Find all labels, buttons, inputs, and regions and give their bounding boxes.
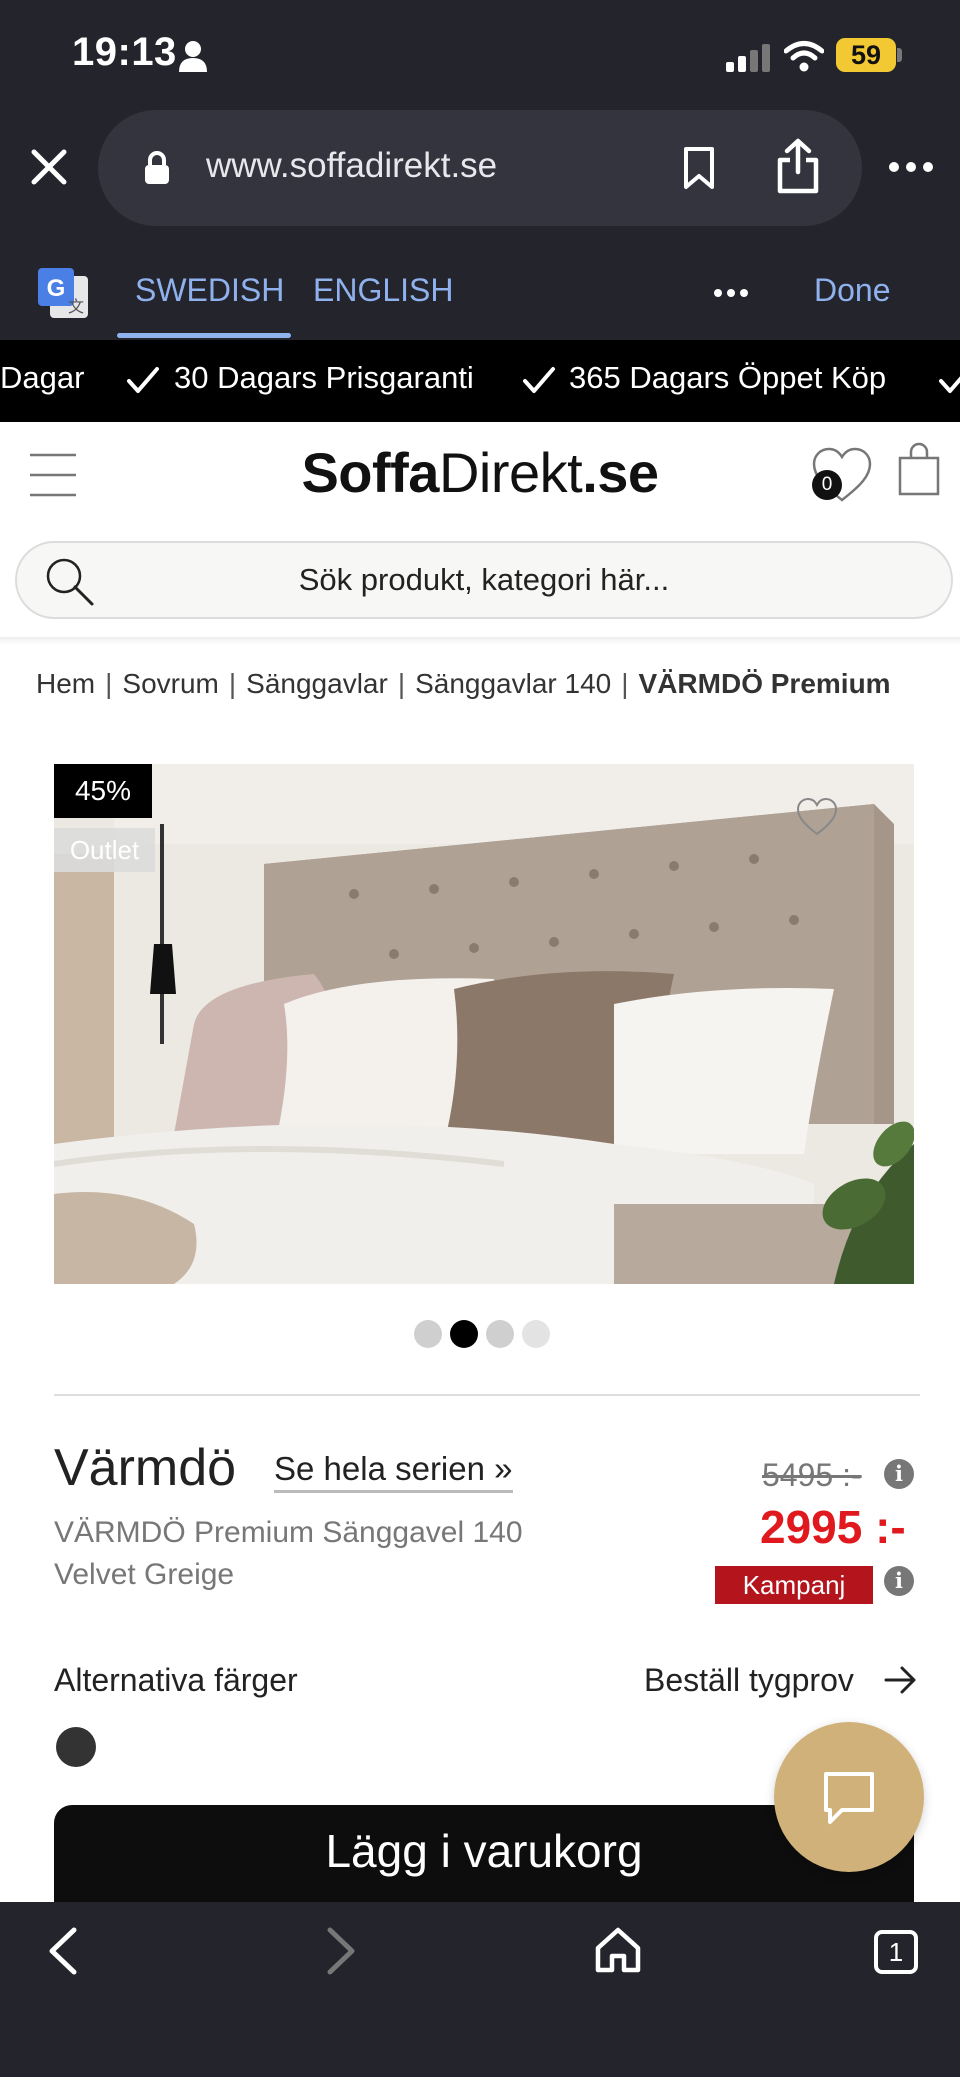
svg-text:文: 文 xyxy=(68,297,84,316)
forward-arrow-icon[interactable] xyxy=(324,1926,358,1976)
browser-bottom-bar xyxy=(0,1902,960,2077)
breadcrumb: Hem | Sovrum | Sänggavlar | Sänggavlar 140 | VÄR… xyxy=(36,668,891,699)
breadcrumb-item-hem[interactable]: Hem xyxy=(36,668,95,699)
google-translate-icon: G 文 xyxy=(38,268,88,318)
carousel-dot[interactable] xyxy=(414,1320,442,1348)
url-text[interactable]: www.soffadirekt.se xyxy=(206,146,497,186)
active-tab-indicator xyxy=(117,333,291,338)
outlet-badge: Outlet xyxy=(54,828,155,872)
promo-item: 30 Dagars Prisgaranti xyxy=(174,360,474,395)
promo-item: 365 Dagars Öppet Köp xyxy=(569,360,887,395)
back-arrow-icon[interactable] xyxy=(46,1926,80,1976)
check-icon xyxy=(939,376,960,393)
check-icon xyxy=(523,367,555,393)
home-icon[interactable] xyxy=(594,1926,642,1974)
order-fabric-sample-link[interactable]: Beställ tygprov xyxy=(644,1662,854,1699)
sale-price: 2995 :- xyxy=(760,1501,906,1553)
favorite-heart-icon[interactable] xyxy=(794,796,840,838)
translate-done-button[interactable]: Done xyxy=(814,272,891,309)
section-divider xyxy=(54,1394,920,1396)
info-icon[interactable]: i xyxy=(884,1566,914,1596)
battery-indicator: 59 xyxy=(836,38,896,72)
tabs-button[interactable]: 1 xyxy=(874,1930,918,1974)
product-subtitle: VÄRMDÖ Premium Sänggavel 140 Velvet Grei… xyxy=(54,1516,523,1591)
chat-icon[interactable] xyxy=(820,1770,878,1826)
arrow-right-icon[interactable] xyxy=(884,1665,918,1695)
original-price: 5495 :- xyxy=(762,1457,862,1493)
product-image[interactable] xyxy=(54,764,914,1284)
svg-text:G: G xyxy=(47,275,66,302)
breadcrumb-item-sovrum[interactable]: Sovrum xyxy=(122,668,218,699)
carousel-dot[interactable] xyxy=(486,1320,514,1348)
more-options-icon[interactable] xyxy=(888,160,934,174)
status-time: 19:13 xyxy=(72,30,177,74)
wifi-icon xyxy=(784,41,824,72)
wishlist-count-badge: 0 xyxy=(812,470,842,500)
alternative-colors-label: Alternativa färger xyxy=(54,1662,298,1698)
carousel-dots xyxy=(414,1320,554,1350)
tab-english[interactable]: ENGLISH xyxy=(313,272,453,309)
campaign-badge: Kampanj xyxy=(715,1566,873,1604)
cart-bag-icon[interactable] xyxy=(896,442,942,498)
promo-item: Dagar xyxy=(0,360,85,395)
translate-more-icon[interactable] xyxy=(714,288,748,298)
share-icon[interactable] xyxy=(776,138,820,194)
info-icon[interactable]: i xyxy=(884,1459,914,1489)
breadcrumb-item-sanggavlar-140[interactable]: Sänggavlar 140 xyxy=(415,668,611,699)
check-icon xyxy=(127,367,159,393)
signal-icon xyxy=(726,44,770,72)
bed-photo xyxy=(54,764,914,1284)
search-placeholder[interactable]: Sök produkt, kategori här... xyxy=(0,562,960,598)
lock-icon xyxy=(145,151,169,184)
breadcrumb-current: VÄRMDÖ Premium xyxy=(638,668,891,699)
battery-tip xyxy=(897,48,902,62)
carousel-dot-active[interactable] xyxy=(450,1320,478,1348)
header-divider xyxy=(0,637,960,645)
breadcrumb-item-sanggavlar[interactable]: Sänggavlar xyxy=(246,668,388,699)
bookmark-icon[interactable] xyxy=(682,146,716,190)
close-icon[interactable] xyxy=(30,148,68,186)
person-icon xyxy=(179,41,207,72)
promo-strip: Dagar 30 Dagars Prisgaranti 365 Dagars Ö… xyxy=(0,340,960,422)
tab-swedish[interactable]: SWEDISH xyxy=(135,272,284,309)
series-link[interactable]: Se hela serien » xyxy=(274,1450,513,1493)
discount-badge: 45% xyxy=(54,764,152,818)
carousel-dot[interactable] xyxy=(522,1320,550,1348)
color-swatch[interactable] xyxy=(56,1727,96,1767)
product-title: Värmdö xyxy=(54,1439,237,1497)
